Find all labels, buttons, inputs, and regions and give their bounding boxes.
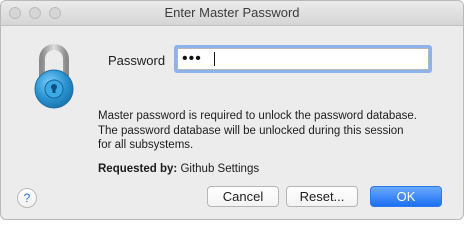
password-masked-value: ••• xyxy=(182,50,202,67)
text-cursor xyxy=(214,52,215,66)
message-line-1: Master password is required to unlock th… xyxy=(98,110,417,122)
title-bar: Enter Master Password xyxy=(1,1,463,26)
reset-button[interactable]: Reset... xyxy=(286,186,358,207)
password-input[interactable]: ••• xyxy=(177,48,429,70)
help-button[interactable]: ? xyxy=(17,188,37,208)
message-line-3: for all subsystems. xyxy=(98,139,194,151)
lock-icon xyxy=(31,43,77,118)
requested-by-separator: : xyxy=(173,163,178,175)
password-label: Password xyxy=(108,53,166,68)
requested-by: Requested by: Github Settings xyxy=(98,163,259,175)
requested-by-label: Requested by xyxy=(98,163,174,175)
window-title: Enter Master Password xyxy=(164,5,300,20)
help-icon: ? xyxy=(23,191,31,205)
ok-button[interactable]: OK xyxy=(370,186,442,207)
unlock-message: Master password is required to unlock th… xyxy=(98,109,448,153)
requested-by-value: Github Settings xyxy=(180,163,260,175)
message-line-2: The password database will be unlocked d… xyxy=(98,124,404,137)
master-password-dialog: Enter Master Password Password ••• Maste… xyxy=(0,0,464,220)
cancel-button[interactable]: Cancel xyxy=(207,186,279,207)
